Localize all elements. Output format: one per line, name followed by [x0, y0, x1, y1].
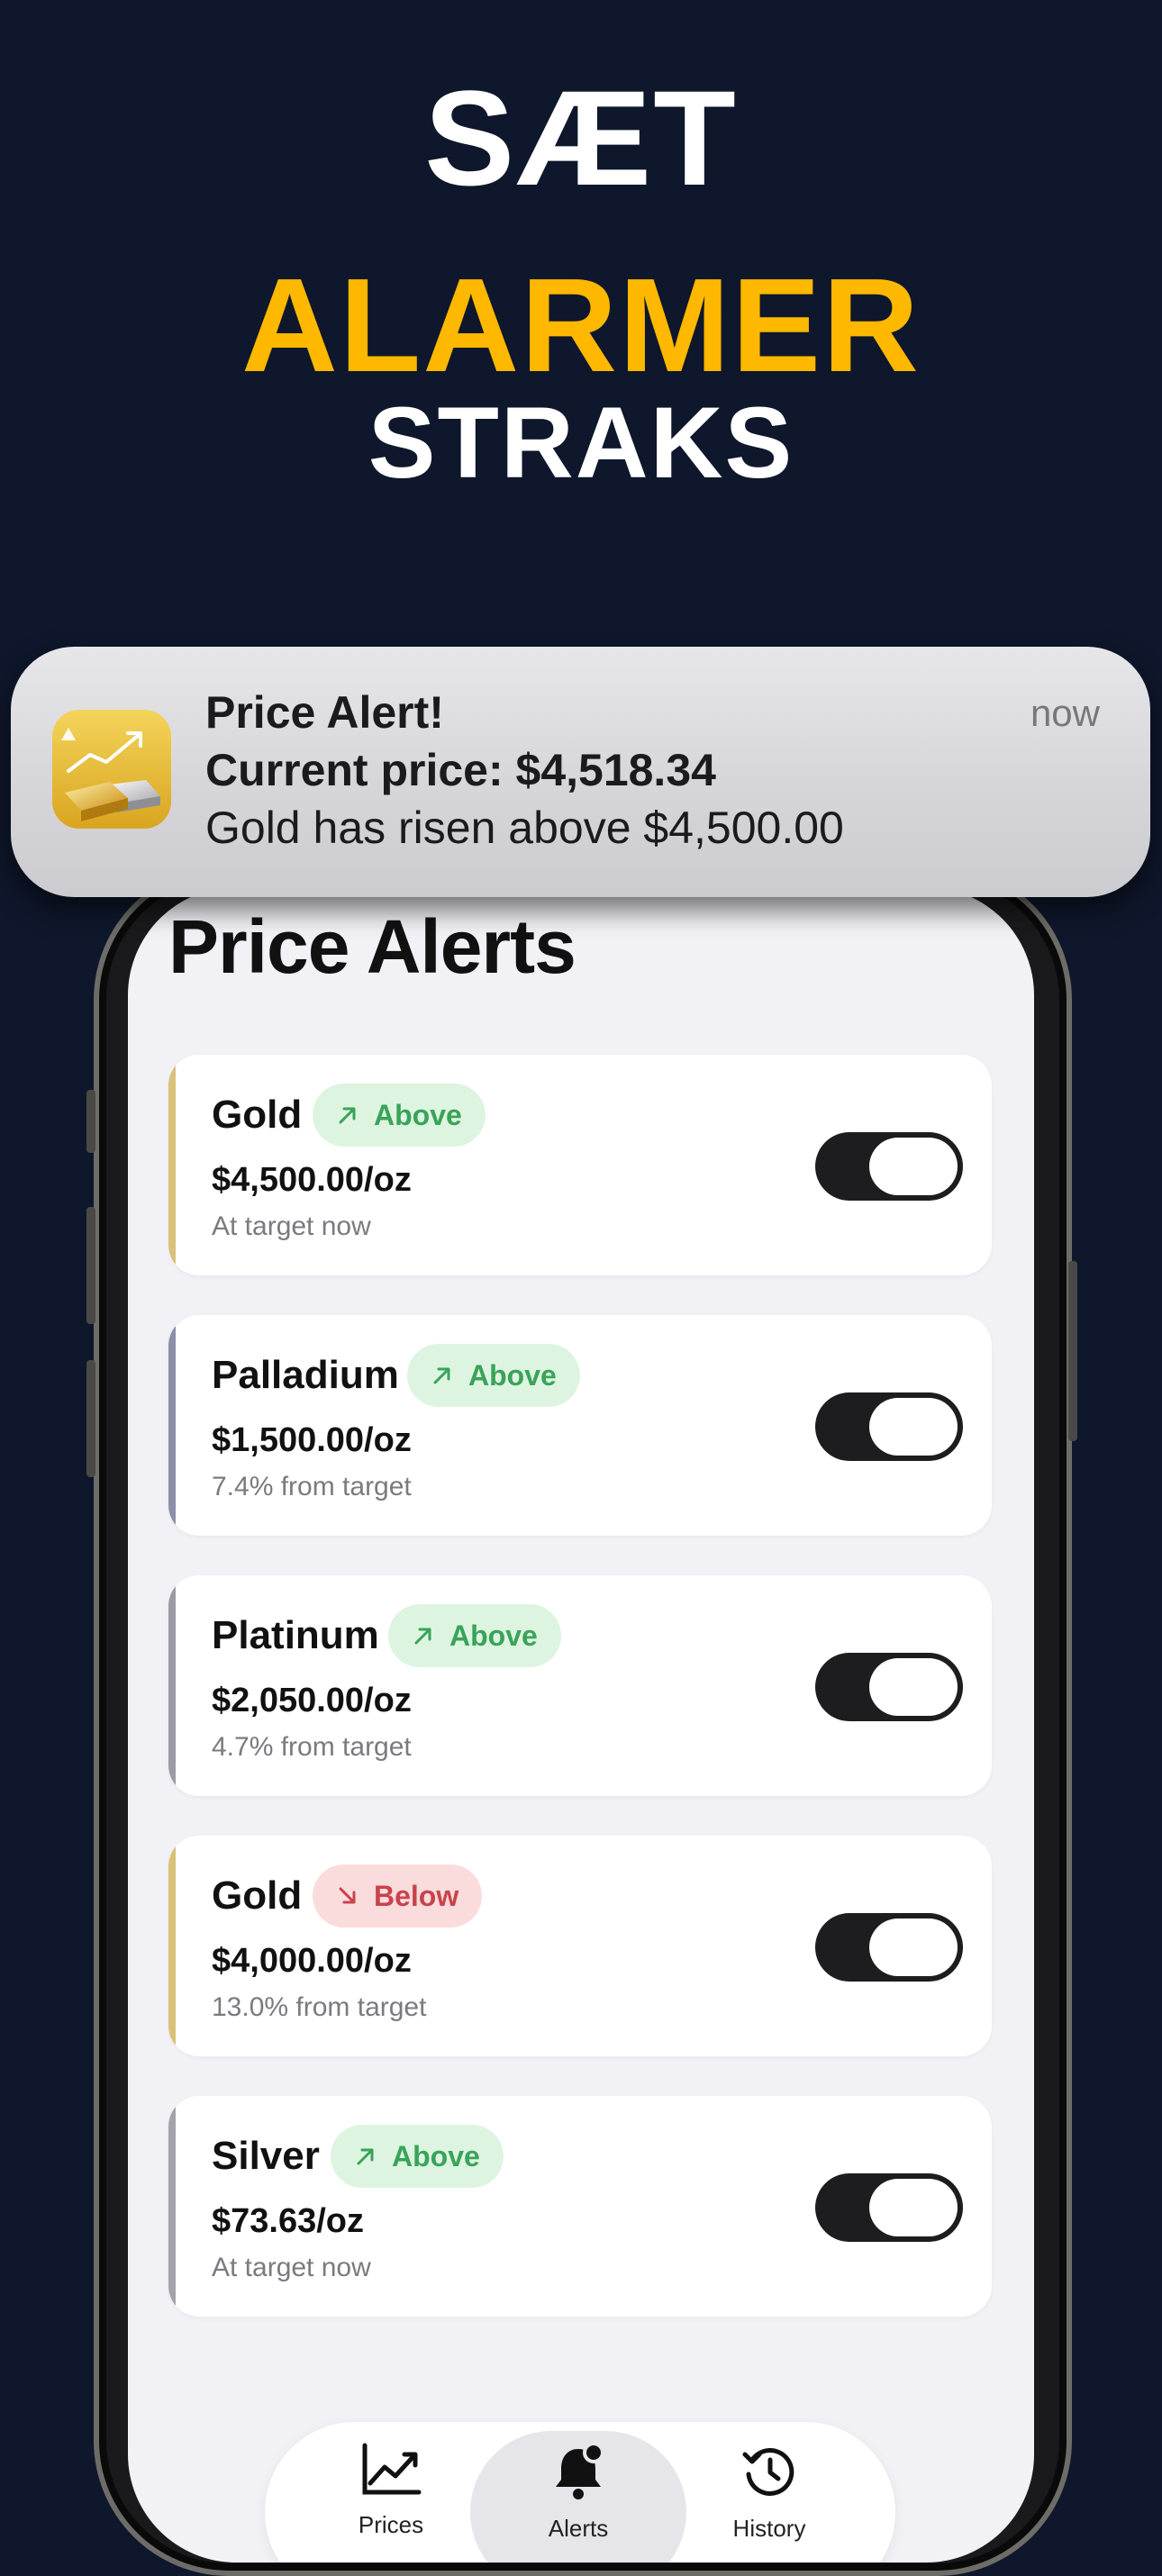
bell-icon	[556, 2442, 604, 2499]
target-price: $73.63/oz	[212, 2202, 364, 2240]
direction-badge: Above	[313, 1084, 486, 1147]
accent-bar	[168, 1575, 176, 1796]
arrow-up-right-icon	[357, 2148, 374, 2165]
direction-label: Above	[468, 1358, 557, 1392]
direction-label: Above	[392, 2139, 480, 2172]
alert-card[interactable]: Palladium Above $1,500.00/oz 7.4% from t…	[168, 1315, 992, 1536]
volume-down-button	[86, 1360, 95, 1477]
alert-toggle[interactable]	[815, 1913, 963, 1982]
direction-badge: Above	[407, 1344, 580, 1407]
arrow-down-right-icon	[339, 1887, 356, 1904]
notification-message: Gold has risen above $4,500.00	[205, 803, 844, 853]
gold-bars-app-icon	[52, 710, 171, 829]
alert-toggle[interactable]	[815, 1392, 963, 1461]
notification-price: Current price: $4,518.34	[205, 745, 716, 795]
action-button	[86, 1090, 95, 1153]
alert-card[interactable]: Silver Above $73.63/oz At target now	[168, 2096, 992, 2317]
alert-card[interactable]: Gold Above $4,500.00/oz At target now	[168, 1055, 992, 1275]
tab-history[interactable]: History	[688, 2442, 850, 2543]
power-button	[1068, 1261, 1077, 1441]
headline-line-1: SÆT	[424, 62, 738, 213]
alert-status: At target now	[212, 2253, 371, 2282]
accent-bar	[168, 1055, 176, 1275]
accent-bar	[168, 1315, 176, 1536]
alert-status: At target now	[212, 1211, 371, 1241]
notification-time: now	[1030, 692, 1100, 734]
alert-toggle[interactable]	[815, 2173, 963, 2242]
target-price: $4,500.00/oz	[212, 1161, 412, 1199]
direction-badge: Above	[388, 1604, 561, 1667]
headline-line-3: STRAKS	[368, 386, 794, 499]
history-icon	[742, 2447, 794, 2496]
tab-label: Prices	[358, 2511, 424, 2538]
metal-name: Palladium	[212, 1353, 399, 1397]
arrow-up-right-icon	[339, 1107, 356, 1124]
app-screen: Price Alerts Gold Above $4,500.00/oz At …	[128, 887, 1034, 2562]
chart-icon	[362, 2443, 422, 2495]
metal-name: Platinum	[212, 1613, 379, 1657]
alert-status: 4.7% from target	[212, 1732, 412, 1762]
metal-name: Gold	[212, 1873, 303, 1918]
tab-prices[interactable]: Prices	[310, 2442, 472, 2539]
alert-toggle[interactable]	[815, 1132, 963, 1201]
notification-title: Price Alert!	[205, 687, 444, 738]
alert-status: 13.0% from target	[212, 1992, 427, 2022]
metal-name: Gold	[212, 1093, 303, 1137]
direction-badge: Below	[313, 1864, 483, 1927]
direction-label: Below	[374, 1879, 459, 1912]
alert-toggle[interactable]	[815, 1653, 963, 1721]
tab-alerts[interactable]: Alerts	[497, 2442, 659, 2543]
volume-up-button	[86, 1207, 95, 1324]
direction-label: Above	[449, 1619, 538, 1652]
tab-bar: Prices Alerts History	[265, 2422, 895, 2562]
tab-label: Alerts	[548, 2515, 609, 2542]
alert-status: 7.4% from target	[212, 1472, 412, 1501]
page-title: Price Alerts	[168, 904, 576, 989]
target-price: $2,050.00/oz	[212, 1682, 412, 1719]
arrow-up-right-icon	[414, 1628, 431, 1645]
target-price: $1,500.00/oz	[212, 1421, 412, 1459]
direction-label: Above	[374, 1098, 462, 1131]
alert-card[interactable]: Gold Below $4,000.00/oz 13.0% from targe…	[168, 1836, 992, 2056]
direction-badge: Above	[331, 2125, 504, 2188]
alert-card[interactable]: Platinum Above $2,050.00/oz 4.7% from ta…	[168, 1575, 992, 1796]
accent-bar	[168, 2096, 176, 2317]
tab-label: History	[732, 2515, 806, 2542]
target-price: $4,000.00/oz	[212, 1942, 412, 1980]
headline-line-2: ALARMER	[241, 251, 921, 400]
metal-name: Silver	[212, 2134, 320, 2178]
accent-bar	[168, 1836, 176, 2056]
arrow-up-right-icon	[433, 1367, 450, 1384]
push-notification[interactable]: Price Alert! Current price: $4,518.34 Go…	[11, 647, 1150, 897]
